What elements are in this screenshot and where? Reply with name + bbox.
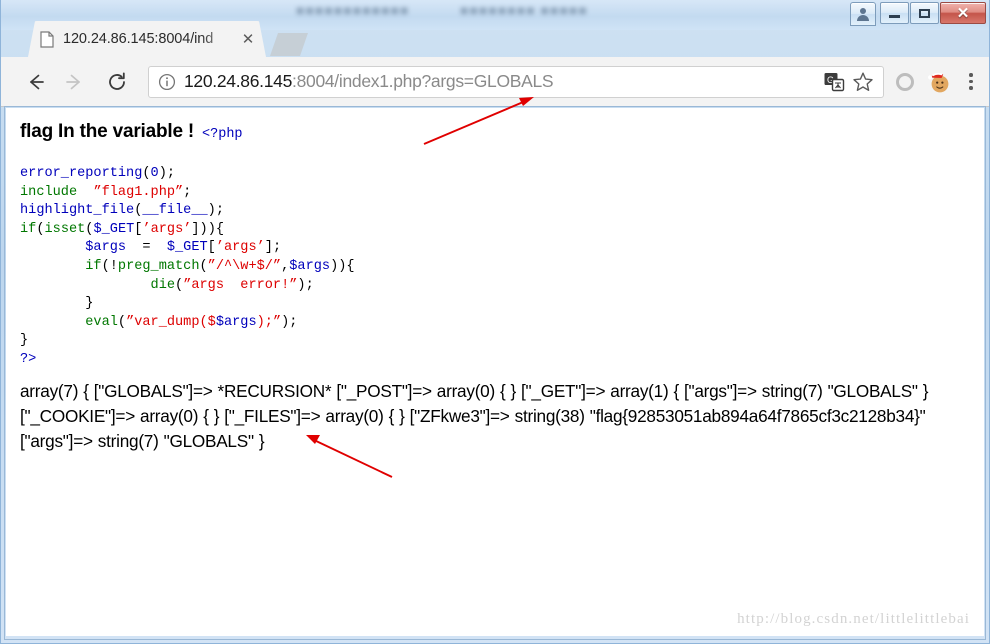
tab-title: 120.24.86.145:8004/ind xyxy=(63,31,214,47)
code-token: )){ xyxy=(330,258,355,274)
page-document-icon xyxy=(40,31,54,48)
bookmark-star-icon[interactable] xyxy=(851,70,875,94)
code-token: error_reporting xyxy=(20,166,143,181)
code-line: error_reporting(0); xyxy=(20,165,964,184)
code-token: preg_match xyxy=(117,258,200,274)
menu-dot xyxy=(969,73,973,77)
browser-tab-active[interactable]: 120.24.86.145:8004/ind ✕ xyxy=(28,21,266,57)
code-token: $args xyxy=(289,258,331,274)
back-arrow-icon xyxy=(30,74,44,89)
code-token: ); xyxy=(207,203,224,219)
code-token: } xyxy=(20,296,94,312)
code-token: = xyxy=(126,240,167,256)
code-token: if xyxy=(85,258,102,274)
url-text[interactable]: 120.24.86.145:8004/index1.php?args=GLOBA… xyxy=(184,71,823,92)
translate-icon[interactable]: G xyxy=(823,71,845,93)
reload-button[interactable] xyxy=(100,65,134,99)
watermark-text: http://blog.csdn.net/littlelittlebai xyxy=(737,611,970,627)
code-token: highlight_file xyxy=(20,203,135,219)
code-token: ’args’ xyxy=(215,240,265,256)
code-token: ”/^\w+$/” xyxy=(207,258,282,274)
profile-avatar[interactable] xyxy=(926,69,952,95)
chrome-menu-icon[interactable] xyxy=(962,70,980,94)
code-token: $args xyxy=(85,240,127,256)
code-line: highlight_file(__file__); xyxy=(20,202,964,221)
code-token: (! xyxy=(101,258,118,274)
new-tab-button[interactable] xyxy=(270,33,308,56)
page-viewport: flag In the variable ! <?php error_repor… xyxy=(6,108,984,636)
code-token: eval xyxy=(85,314,118,330)
code-line: die(”args error!”); xyxy=(20,277,964,296)
php-open-tag: <?php xyxy=(202,127,243,142)
php-source-code: error_reporting(0); include ”flag1.php”; h… xyxy=(20,165,964,370)
code-token: ”var_dump( xyxy=(126,314,208,330)
blurred-backdrop-text-right: ■■■■■■■■ ■■■■■ xyxy=(460,2,588,18)
code-token: $ xyxy=(207,314,216,330)
tab-close-icon[interactable]: ✕ xyxy=(238,29,258,49)
code-token: isset xyxy=(44,221,86,237)
url-path: :8004/index1.php?args=GLOBALS xyxy=(292,71,554,91)
code-token: );” xyxy=(256,314,282,330)
code-token: ’args’ xyxy=(142,221,192,237)
code-token: ; xyxy=(183,184,192,200)
code-line: } xyxy=(20,332,964,351)
tab-strip: 120.24.86.145:8004/ind ✕ xyxy=(0,17,990,57)
headline-text: flag In the variable ! xyxy=(20,121,195,142)
code-line: include ”flag1.php”; xyxy=(20,184,964,203)
code-token: ( xyxy=(142,166,151,181)
blurred-backdrop-text-left: ■■■■■■■■■■■■ xyxy=(296,2,410,18)
code-token: ”args error!” xyxy=(183,277,298,293)
code-token: ( xyxy=(117,314,127,330)
code-token: $_GET xyxy=(93,221,135,237)
menu-dot xyxy=(969,79,973,84)
code-token: die xyxy=(150,277,176,293)
code-token: ( xyxy=(175,277,184,293)
site-info-icon[interactable] xyxy=(157,72,177,92)
code-token: ); xyxy=(158,166,176,181)
code-token: ( xyxy=(36,221,45,237)
code-token: if xyxy=(20,221,37,237)
php-close-tag: ?> xyxy=(20,351,37,367)
var-dump-output: array(7) { ["GLOBALS"]=> *RECURSION* ["_… xyxy=(20,380,929,451)
code-token: } xyxy=(20,333,29,349)
code-token: 0 xyxy=(150,166,159,181)
page-headline: flag In the variable ! <?php xyxy=(20,121,964,143)
forward-button[interactable] xyxy=(58,65,92,99)
omnibox-actions: G xyxy=(823,70,879,94)
code-token: $args xyxy=(215,314,257,330)
code-token: ); xyxy=(297,277,314,293)
code-token: ); xyxy=(281,314,298,330)
code-line: } xyxy=(20,295,964,314)
code-token: ])){ xyxy=(191,221,225,237)
code-line: $args = $_GET[’args’]; xyxy=(20,239,964,258)
menu-dot xyxy=(969,86,973,90)
code-token: [ xyxy=(207,240,216,256)
code-line: if(!preg_match(”/^\w+$/”,$args)){ xyxy=(20,258,964,277)
reload-icon xyxy=(109,72,125,90)
url-host: 120.24.86.145 xyxy=(184,71,293,91)
code-line: eval(”var_dump($$args);”); xyxy=(20,314,964,333)
browser-toolbar: 120.24.86.145:8004/index1.php?args=GLOBA… xyxy=(0,57,990,107)
code-token: __file__ xyxy=(142,203,208,219)
code-token: $_GET xyxy=(166,240,208,256)
forward-arrow-icon xyxy=(66,74,80,89)
rendered-page: flag In the variable ! <?php error_repor… xyxy=(6,108,964,636)
extension-circle-icon[interactable] xyxy=(896,72,914,91)
code-token: ( xyxy=(199,258,208,274)
code-token: ”flag1.php” xyxy=(93,184,184,200)
code-token: ]; xyxy=(264,240,282,256)
code-token: include xyxy=(20,184,78,200)
toolbar-right-actions xyxy=(892,69,990,95)
address-bar[interactable]: 120.24.86.145:8004/index1.php?args=GLOBA… xyxy=(148,65,884,98)
back-button[interactable] xyxy=(18,65,52,99)
code-line: if(isset($_GET[’args’])){ xyxy=(20,221,964,240)
browser-window: ■■■■■■■■■■■■ ■■■■■■■■ ■■■■■ ✕ 120.24.86.… xyxy=(0,0,990,644)
